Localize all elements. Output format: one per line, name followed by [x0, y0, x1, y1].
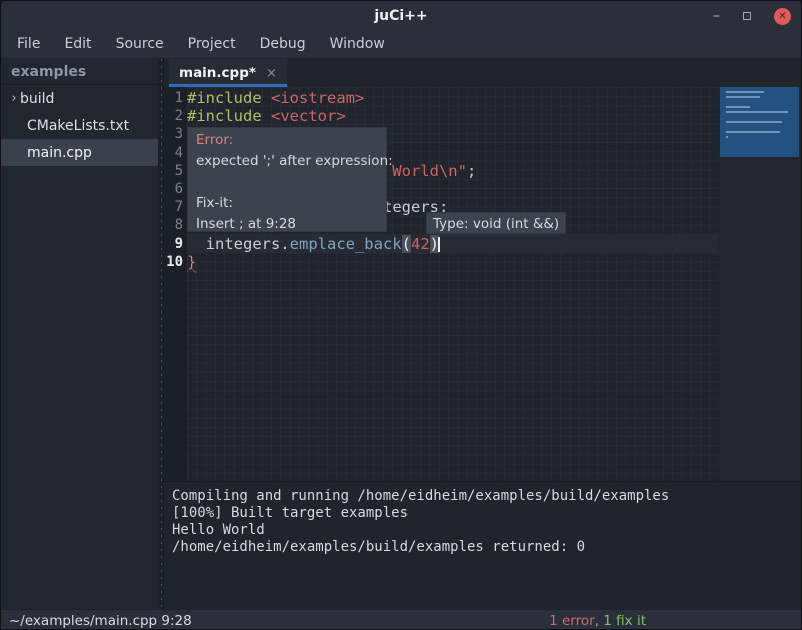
line-number: 1: [164, 89, 187, 107]
titlebar[interactable]: juCi++ – ✕: [1, 1, 801, 31]
sidebar-item-cmakelists-txt[interactable]: CMakeLists.txt: [1, 112, 158, 139]
code-line: #include <iostream>: [187, 89, 718, 107]
fixit-tooltip-title: Fix-it:: [196, 193, 378, 214]
code-token: }: [187, 253, 196, 271]
code-token: emplace_back: [290, 235, 402, 253]
tab-main-cpp[interactable]: main.cpp* ×: [169, 59, 287, 87]
code-editor[interactable]: 12345678910 #include <iostream>#include …: [164, 87, 801, 481]
menu-debug[interactable]: Debug: [248, 31, 318, 58]
minimap-line: [726, 96, 760, 98]
line-number: 7: [164, 198, 187, 216]
app-window: juCi++ – ✕ FileEditSourceProjectDebugWin…: [0, 0, 802, 630]
code-token: <vector>: [271, 107, 346, 125]
line-number-gutter: 12345678910: [164, 87, 187, 481]
output-line: Hello World: [172, 522, 801, 539]
code-token: 42: [411, 235, 430, 253]
status-separator: ,: [595, 613, 604, 629]
status-error-count[interactable]: 1 error: [549, 613, 595, 629]
close-button[interactable]: ✕: [774, 8, 791, 25]
restore-icon: [743, 12, 751, 20]
code-line: #include <vector>: [187, 107, 718, 125]
file-tree: ›build CMakeLists.txt main.cpp: [1, 85, 158, 166]
output-line: /home/eidheim/examples/build/examples re…: [172, 539, 801, 556]
minimap-line: [726, 111, 788, 113]
output-line: Compiling and running /home/eidheim/exam…: [172, 488, 801, 505]
menu-source[interactable]: Source: [104, 31, 176, 58]
code-line: }: [187, 253, 718, 271]
menu-edit[interactable]: Edit: [52, 31, 103, 58]
status-bar: ~/examples/main.cpp 9:28 1 error, 1 fix …: [1, 609, 801, 630]
code-token: ;: [467, 162, 476, 180]
minimap-line: [726, 106, 750, 108]
window-title: juCi++: [374, 8, 427, 24]
file-name: main.cpp: [27, 145, 92, 161]
current-code-line: integers.emplace_back(42): [187, 235, 718, 253]
code-token: (: [402, 235, 411, 253]
editor-column: main.cpp* × 12345678910 #include <iostre…: [164, 59, 801, 609]
minimap-line: [726, 136, 728, 138]
code-token: [262, 89, 271, 107]
line-number: 3: [164, 125, 187, 143]
code-token: <iostream>: [271, 89, 364, 107]
window-controls: – ✕: [713, 1, 791, 31]
line-number: 8: [164, 216, 187, 234]
sidebar-item-build[interactable]: ›build: [1, 85, 158, 112]
line-number: 2: [164, 107, 187, 125]
project-name-header: examples: [1, 59, 158, 85]
status-fixit-count[interactable]: 1 fix it: [603, 613, 646, 629]
tab-label: main.cpp*: [179, 65, 256, 81]
restore-button[interactable]: [743, 12, 751, 20]
code-token: #include: [187, 107, 262, 125]
menu-project[interactable]: Project: [176, 31, 248, 58]
sidebar-item-main-cpp[interactable]: main.cpp: [1, 139, 158, 166]
file-tree-sidebar: examples ›build CMakeLists.txt main.cpp: [1, 59, 158, 609]
fixit-tooltip-text: Insert ; at 9:28: [196, 214, 378, 235]
file-name: CMakeLists.txt: [27, 118, 129, 134]
output-line: [100%] Built target examples: [172, 505, 801, 522]
file-name: build: [20, 91, 54, 107]
status-file-position: ~/examples/main.cpp 9:28: [9, 613, 192, 629]
status-diagnostics: 1 error, 1 fix it: [549, 613, 646, 629]
line-number: 9: [164, 235, 187, 253]
tab-bar: main.cpp* ×: [164, 59, 801, 87]
chevron-right-icon[interactable]: ›: [1, 91, 20, 106]
error-tooltip: Error: expected ';' after expression: Fi…: [187, 127, 387, 232]
line-number: 10: [164, 253, 187, 271]
type-tooltip: Type: void (int &&): [426, 212, 566, 234]
line-number: 5: [164, 162, 187, 180]
minimize-button[interactable]: –: [713, 8, 720, 24]
minimap-line: [726, 121, 782, 123]
error-tooltip-title: Error:: [196, 130, 378, 151]
minimap-viewport[interactable]: [720, 87, 799, 157]
minimap-line: [726, 91, 764, 93]
output-panel[interactable]: Compiling and running /home/eidheim/exam…: [164, 481, 801, 609]
main-area: examples ›build CMakeLists.txt main.cpp ma…: [1, 59, 801, 609]
minimap-line: [726, 131, 780, 133]
tab-close-icon[interactable]: ×: [266, 66, 277, 81]
error-tooltip-message: expected ';' after expression:: [196, 151, 378, 172]
error-tooltip-spacer: [196, 172, 378, 193]
menu-window[interactable]: Window: [318, 31, 397, 58]
code-token: [262, 107, 271, 125]
code-token: integers.: [187, 235, 290, 253]
line-number: 6: [164, 180, 187, 198]
text-cursor: [438, 237, 440, 252]
menubar: FileEditSourceProjectDebugWindow: [1, 31, 801, 59]
code-token: #include: [187, 89, 262, 107]
line-number: 4: [164, 144, 187, 162]
minimap[interactable]: [718, 87, 801, 481]
menu-file[interactable]: File: [5, 31, 52, 58]
